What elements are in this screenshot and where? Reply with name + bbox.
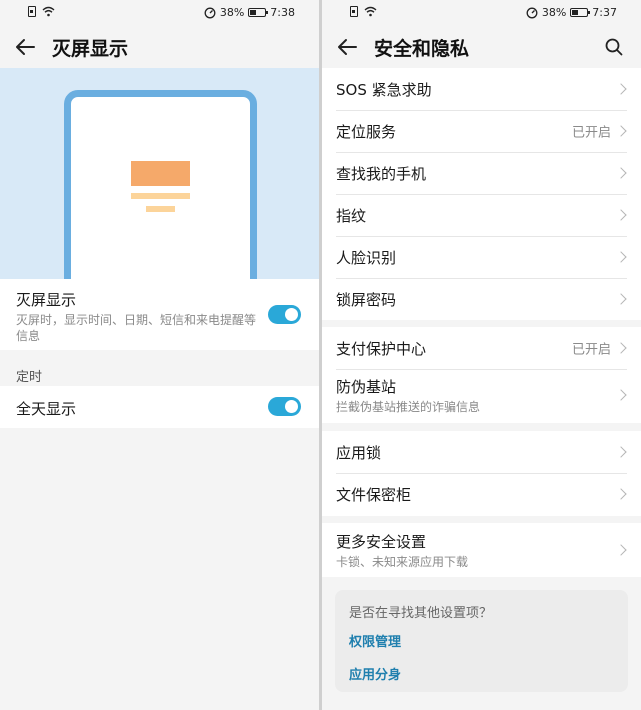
suggestion-question: 是否在寻找其他设置项？ <box>349 606 493 621</box>
aod-title: 灭屏显示 <box>16 291 77 309</box>
aod-switch[interactable] <box>268 305 301 324</box>
section-label-timing: 定时 <box>16 370 43 385</box>
list-item-fake-base-station[interactable]: 防伪基站 拦截伪基站推送的诈骗信息 <box>322 369 641 421</box>
aod-preview-illustration <box>0 68 319 279</box>
list-item-find-phone[interactable]: 查找我的手机 <box>322 152 641 194</box>
settings-group-more: 更多安全设置 卡锁、未知来源应用下载 <box>322 523 641 577</box>
list-item-file-safe[interactable]: 文件保密柜 <box>322 473 641 515</box>
date-line-illustration <box>131 193 190 199</box>
settings-group-security: SOS 紧急求助 定位服务 已开启 查找我的手机 指纹 人脸识别 锁屏密码 <box>322 68 641 320</box>
page-title: 灭屏显示 <box>52 37 129 60</box>
aod-subtitle: 灭屏时，显示时间、日期、短信和来电提醒等信息 <box>16 313 257 343</box>
clock-block-illustration <box>131 161 190 186</box>
page-title: 安全和隐私 <box>374 37 470 60</box>
wifi-icon <box>42 6 55 17</box>
app-bar: 灭屏显示 <box>0 26 319 68</box>
aod-settings-screen: 38% 7:38 灭屏显示 灭屏显示 灭屏时，显示时间、日期、短信和来电提醒等信… <box>0 0 319 710</box>
chevron-right-icon <box>615 293 627 305</box>
list-item-fingerprint[interactable]: 指纹 <box>322 194 641 236</box>
list-item-lock-password[interactable]: 锁屏密码 <box>322 278 641 320</box>
security-privacy-screen: 38% 7:37 安全和隐私 SOS 紧急求助 定位服务 已开启 查找我的手机 … <box>322 0 641 710</box>
back-button[interactable] <box>332 32 362 62</box>
link-permission-management[interactable]: 权限管理 <box>349 631 614 650</box>
chevron-right-icon <box>615 488 627 500</box>
search-button[interactable] <box>599 32 629 62</box>
chevron-right-icon <box>615 125 627 137</box>
all-day-row[interactable]: 全天显示 <box>0 386 319 428</box>
chevron-right-icon <box>615 446 627 458</box>
suggestion-card: 是否在寻找其他设置项？ 权限管理 应用分身 <box>335 590 628 692</box>
info-line-illustration <box>146 206 175 212</box>
back-arrow-icon <box>16 39 35 55</box>
list-item-app-lock[interactable]: 应用锁 <box>322 431 641 473</box>
chevron-right-icon <box>615 544 627 556</box>
list-item-location[interactable]: 定位服务 已开启 <box>322 110 641 152</box>
chevron-right-icon <box>615 209 627 221</box>
battery-icon <box>248 8 269 17</box>
status-bar: 38% 7:38 <box>0 0 319 26</box>
list-item-sos[interactable]: SOS 紧急求助 <box>322 68 641 110</box>
data-saver-icon <box>204 7 216 18</box>
list-item-face-recognition[interactable]: 人脸识别 <box>322 236 641 278</box>
status-value: 已开启 <box>571 125 611 141</box>
search-icon <box>605 38 623 56</box>
wifi-icon <box>364 6 377 17</box>
settings-group-app-security: 应用锁 文件保密柜 <box>322 431 641 516</box>
chevron-right-icon <box>615 251 627 263</box>
clock: 7:37 <box>592 6 617 19</box>
sim-icon <box>28 6 36 17</box>
chevron-right-icon <box>615 167 627 179</box>
app-bar: 安全和隐私 <box>322 26 641 68</box>
chevron-right-icon <box>615 342 627 354</box>
list-item-payment-protection[interactable]: 支付保护中心 已开启 <box>322 327 641 369</box>
battery-percent: 38% <box>219 6 245 19</box>
all-day-switch[interactable] <box>268 397 301 416</box>
link-app-twin[interactable]: 应用分身 <box>349 664 614 683</box>
battery-icon <box>570 8 591 17</box>
back-button[interactable] <box>10 32 40 62</box>
chevron-right-icon <box>615 389 627 401</box>
clock: 7:38 <box>270 6 295 19</box>
sim-icon <box>350 6 358 17</box>
settings-group-protection: 支付保护中心 已开启 防伪基站 拦截伪基站推送的诈骗信息 <box>322 327 641 423</box>
status-bar: 38% 7:37 <box>322 0 641 26</box>
back-arrow-icon <box>338 39 357 55</box>
chevron-right-icon <box>615 83 627 95</box>
all-day-label: 全天显示 <box>16 400 77 418</box>
battery-percent: 38% <box>541 6 567 19</box>
list-item-more-security[interactable]: 更多安全设置 卡锁、未知来源应用下载 <box>322 523 641 577</box>
status-value: 已开启 <box>571 342 611 358</box>
data-saver-icon <box>526 7 538 18</box>
aod-toggle-row[interactable]: 灭屏显示 灭屏时，显示时间、日期、短信和来电提醒等信息 <box>0 279 319 350</box>
